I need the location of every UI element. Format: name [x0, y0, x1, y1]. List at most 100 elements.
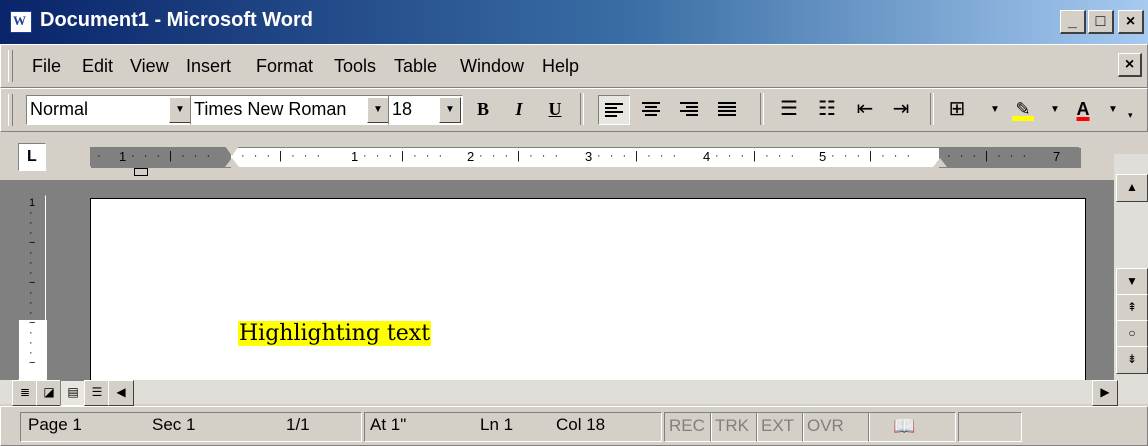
chevron-down-icon[interactable]: ▼	[439, 97, 461, 123]
chevron-down-icon[interactable]: ▼	[990, 104, 1000, 115]
scroll-left-button[interactable]: ◀	[108, 380, 134, 406]
increase-indent-icon: ⇥	[892, 98, 910, 120]
status-section: Sec 1	[152, 415, 196, 434]
chevron-down-icon[interactable]: ▼	[367, 97, 389, 123]
minimize-button[interactable]: _	[1060, 10, 1086, 34]
arrow-right-icon: ▶	[1100, 385, 1110, 399]
align-right-icon	[680, 102, 698, 116]
hanging-indent-marker[interactable]	[225, 158, 239, 167]
normal-view-icon: ≣	[19, 385, 31, 399]
print-layout-icon: ▤	[67, 385, 79, 399]
document-close-button[interactable]: ×	[1118, 53, 1142, 77]
browse-object-icon: ○	[1128, 326, 1136, 340]
spelling-status-pane[interactable]: 📖	[868, 412, 956, 442]
status-page: Page 1	[28, 415, 82, 434]
scroll-up-button[interactable]: ▲	[1116, 174, 1148, 202]
highlight-color-bar	[1012, 116, 1034, 121]
toolbar-separator	[760, 93, 764, 125]
font-value: Times New Roman	[194, 99, 347, 119]
previous-page-button[interactable]: ⇞	[1116, 294, 1148, 322]
status-empty-pane	[958, 412, 1022, 442]
ruler-number: 1	[351, 149, 359, 164]
status-trk[interactable]: TRK	[710, 412, 758, 442]
align-center-button[interactable]	[636, 95, 666, 123]
status-ovr[interactable]: OVR	[802, 412, 870, 442]
arrow-up-icon: ▲	[1126, 180, 1138, 194]
bold-button[interactable]: B	[468, 95, 498, 123]
web-layout-view-button[interactable]: ◪	[36, 380, 62, 406]
style-combo[interactable]: Normal ▼	[26, 95, 193, 125]
menu-edit[interactable]: Edit	[82, 56, 113, 77]
tab-stop-selector[interactable]: L	[18, 143, 46, 171]
chevron-down-icon[interactable]: ▼	[1108, 104, 1118, 115]
status-rec[interactable]: REC	[664, 412, 712, 442]
increase-indent-button[interactable]: ⇥	[886, 95, 916, 123]
borders-button[interactable]: ⊞	[942, 95, 972, 123]
menu-grip[interactable]	[8, 50, 13, 82]
font-size-value: 18	[392, 99, 413, 119]
menu-window[interactable]: Window	[460, 56, 524, 77]
first-line-indent-marker[interactable]	[225, 146, 239, 156]
align-right-button[interactable]	[674, 95, 704, 123]
vertical-scrollbar[interactable]: ▲ ▼ ⇞ ○ ⇟	[1114, 154, 1148, 404]
menu-format[interactable]: Format	[256, 56, 313, 77]
font-combo[interactable]: Times New Roman ▼	[190, 95, 391, 125]
outline-view-icon: ☰	[91, 385, 103, 399]
style-value: Normal	[30, 99, 89, 119]
right-indent-marker[interactable]	[933, 158, 947, 167]
web-layout-icon: ◪	[43, 385, 55, 399]
numbering-button[interactable]: ☰	[774, 95, 804, 123]
scroll-down-button[interactable]: ▼	[1116, 268, 1148, 296]
left-indent-marker[interactable]	[134, 168, 148, 176]
toolbar-options-icon[interactable]: ▾	[1128, 110, 1133, 121]
menu-help[interactable]: Help	[542, 56, 579, 77]
toolbar-grip[interactable]	[8, 94, 13, 126]
ruler-number: 3	[585, 149, 593, 164]
font-color-button[interactable]: A	[1068, 95, 1098, 123]
status-ext[interactable]: EXT	[756, 412, 804, 442]
ruler-number: 4	[703, 149, 711, 164]
ruler-number: 1	[119, 149, 127, 164]
menu-view[interactable]: View	[130, 56, 169, 77]
menu-file[interactable]: File	[32, 56, 61, 77]
close-button[interactable]: ×	[1118, 10, 1144, 34]
left-tab-icon: L	[27, 148, 37, 165]
menu-table[interactable]: Table	[394, 56, 437, 77]
align-left-button[interactable]	[598, 95, 630, 125]
chevron-down-icon[interactable]: ▼	[1050, 104, 1060, 115]
select-browse-object-button[interactable]: ○	[1116, 320, 1148, 348]
decrease-indent-button[interactable]: ⇤	[850, 95, 880, 123]
highlight-button[interactable]: ✎	[1008, 95, 1038, 123]
scroll-right-button[interactable]: ▶	[1092, 380, 1118, 406]
align-left-icon	[605, 103, 623, 117]
highlighted-text[interactable]: Highlighting text	[238, 321, 432, 346]
outline-view-button[interactable]: ☰	[84, 380, 110, 406]
menu-tools[interactable]: Tools	[334, 56, 376, 77]
font-size-combo[interactable]: 18 ▼	[388, 95, 463, 125]
toolbar-separator	[930, 93, 934, 125]
next-page-button[interactable]: ⇟	[1116, 346, 1148, 374]
decrease-indent-icon: ⇤	[856, 98, 874, 120]
justify-button[interactable]	[712, 95, 742, 123]
bullets-button[interactable]: ☷	[812, 95, 842, 123]
ruler-number: 7	[1053, 149, 1061, 164]
chevron-down-icon[interactable]: ▼	[169, 97, 191, 123]
word-doc-icon[interactable]: W	[10, 11, 32, 33]
status-line: Ln 1	[480, 415, 514, 434]
spelling-book-icon: 📖	[893, 416, 916, 436]
underline-button[interactable]: U	[540, 95, 570, 123]
maximize-button[interactable]: □	[1088, 10, 1114, 34]
menu-insert[interactable]: Insert	[186, 56, 231, 77]
status-at: At 1"	[370, 415, 407, 434]
horizontal-ruler[interactable]: · 1 · · · | · · · · · · | · · · 1 · · · …	[90, 146, 1081, 168]
italic-button[interactable]: I	[504, 95, 534, 123]
normal-view-button[interactable]: ≣	[12, 380, 38, 406]
horizontal-scrollbar[interactable]	[0, 380, 1114, 404]
ruler-number: 2	[467, 149, 475, 164]
align-center-icon	[642, 102, 660, 116]
vertical-ruler[interactable]: 1 · · · − · · · − · · · − · · · −	[18, 195, 47, 381]
status-column: Col 18	[556, 415, 606, 434]
print-layout-view-button[interactable]: ▤	[60, 380, 86, 406]
arrow-left-icon: ◀	[116, 385, 126, 399]
document-page[interactable]	[90, 198, 1086, 382]
